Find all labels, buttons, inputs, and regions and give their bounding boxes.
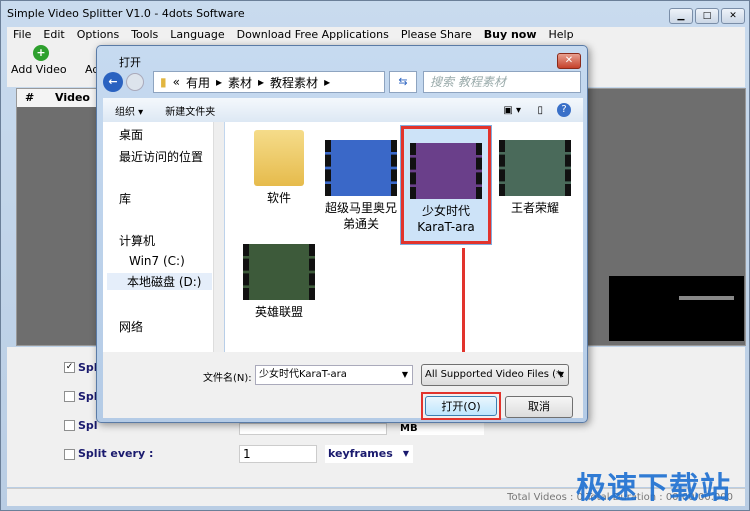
add-video-button[interactable]: Add Video — [11, 63, 67, 76]
file-item[interactable]: 超级马里奥兄弟通关 — [323, 140, 399, 232]
dialog-title: 打开 — [119, 56, 141, 69]
watermark: 极速下载站 — [576, 471, 731, 506]
refresh-button[interactable]: ⇆ — [389, 71, 417, 93]
menu-tools[interactable]: Tools — [125, 27, 164, 43]
address-bar[interactable]: ▮ « 有用 ▸ 素材 ▸ 教程素材 ▸ — [153, 71, 385, 93]
menu-bar: File Edit Options Tools Language Downloa… — [7, 27, 745, 43]
folder-icon — [254, 130, 304, 186]
split-every-label: Split every : — [78, 447, 154, 460]
keyframes-value: keyframes — [328, 447, 393, 460]
nav-scrollbar[interactable] — [213, 122, 224, 352]
nav-network[interactable]: 网络 — [119, 318, 143, 335]
dialog-toolbar: 组织 ▾ 新建文件夹 ? ▯ ▣ ▾ — [103, 98, 583, 122]
filetype-value: All Supported Video Files (*. — [425, 369, 565, 380]
cancel-button[interactable]: 取消 — [505, 396, 573, 418]
file-name: 英雄联盟 — [254, 305, 303, 319]
file-item[interactable]: 英雄联盟 — [241, 244, 317, 320]
menu-download[interactable]: Download Free Applications — [231, 27, 395, 43]
nav-computer[interactable]: 计算机 — [119, 232, 155, 249]
chevron-down-icon: ▼ — [402, 449, 409, 458]
video-preview — [609, 276, 744, 341]
menu-buy[interactable]: Buy now — [478, 27, 543, 43]
navigation-pane: 桌面 最近访问的位置 库 计算机 Win7 (C:) 本地磁盘 (D:) 网络 — [103, 122, 224, 352]
file-name: 少女时代KaraT-ara — [417, 204, 475, 234]
keyframes-select[interactable]: keyframes ▼ — [325, 445, 413, 463]
minimize-button[interactable]: ▁ — [669, 8, 693, 24]
menu-file[interactable]: File — [7, 27, 37, 43]
dialog-footer: 文件名(N): 少女时代KaraT-ara ▼ All Supported Vid… — [103, 352, 583, 420]
filename-input[interactable]: 少女时代KaraT-ara ▼ — [255, 365, 413, 385]
breadcrumb-overflow[interactable]: « — [173, 75, 180, 89]
breadcrumb-item[interactable]: 素材 — [228, 74, 252, 91]
maximize-button[interactable]: □ — [695, 8, 719, 24]
filename-value: 少女时代KaraT-ara — [259, 369, 347, 380]
video-thumbnail — [410, 143, 482, 199]
forward-button[interactable] — [126, 73, 144, 91]
add-icon: + — [33, 45, 49, 61]
file-list: 软件 超级马里奥兄弟通关 少女时代KaraT-ara 王者荣耀 英雄联盟 — [225, 122, 583, 386]
chevron-down-icon: ▼ — [401, 370, 408, 379]
back-button[interactable]: ← — [103, 72, 123, 92]
file-item-selected[interactable]: 少女时代KaraT-ara — [400, 125, 492, 245]
nav-libraries[interactable]: 库 — [119, 190, 131, 207]
option-2-label: Spl — [78, 390, 98, 403]
chevron-down-icon: ▼ — [557, 370, 564, 379]
menu-edit[interactable]: Edit — [37, 27, 70, 43]
close-button[interactable]: ✕ — [721, 8, 745, 24]
option-3-label: Spl — [78, 419, 98, 432]
preview-pane-icon[interactable]: ▯ — [537, 105, 543, 116]
menu-options[interactable]: Options — [71, 27, 125, 43]
nav-drive-c[interactable]: Win7 (C:) — [129, 254, 185, 268]
option-3-checkbox[interactable] — [64, 420, 75, 431]
file-item[interactable]: 软件 — [241, 130, 317, 206]
video-thumbnail — [325, 140, 397, 196]
menu-help[interactable]: Help — [543, 27, 580, 43]
file-name: 超级马里奥兄弟通关 — [324, 201, 397, 231]
nav-recent[interactable]: 最近访问的位置 — [119, 148, 203, 165]
volume-slider[interactable] — [679, 296, 734, 300]
open-highlight: 打开(O) — [421, 392, 501, 420]
open-button[interactable]: 打开(O) — [425, 396, 497, 416]
help-icon[interactable]: ? — [557, 103, 571, 117]
menu-share[interactable]: Please Share — [395, 27, 478, 43]
breadcrumb-item[interactable]: 教程素材 — [270, 74, 318, 91]
split-every-input[interactable]: 1 — [239, 445, 317, 463]
size-input[interactable] — [239, 423, 387, 435]
file-name: 王者荣耀 — [510, 201, 559, 215]
video-thumbnail — [499, 140, 571, 196]
file-item[interactable]: 王者荣耀 — [497, 140, 573, 216]
filetype-select[interactable]: All Supported Video Files (*. ▼ — [421, 364, 569, 386]
filename-label: 文件名(N): — [203, 373, 252, 384]
view-options-icon[interactable]: ▣ ▾ — [503, 105, 521, 116]
nav-desktop[interactable]: 桌面 — [119, 126, 143, 143]
option-4-checkbox[interactable] — [64, 449, 75, 460]
window-title: Simple Video Splitter V1.0 - 4dots Softw… — [7, 7, 245, 20]
size-unit-select[interactable]: MB — [400, 423, 484, 435]
folder-icon: ▮ — [160, 75, 167, 89]
dialog-close-button[interactable]: ✕ — [557, 53, 581, 69]
open-file-dialog: 打开 ✕ ← ▮ « 有用 ▸ 素材 ▸ 教程素材 ▸ ⇆ 搜索 教程素材 组织 ▾ … — [96, 45, 588, 423]
column-video[interactable]: Video — [55, 91, 90, 104]
file-name: 软件 — [266, 191, 291, 205]
breadcrumb-item[interactable]: 有用 — [186, 74, 210, 91]
nav-drive-d[interactable]: 本地磁盘 (D:) — [107, 273, 212, 290]
option-1-label: Spl — [78, 361, 98, 374]
column-number[interactable]: # — [25, 91, 34, 104]
video-thumbnail — [243, 244, 315, 300]
search-input[interactable]: 搜索 教程素材 — [423, 71, 581, 93]
menu-language[interactable]: Language — [164, 27, 230, 43]
option-1-checkbox[interactable]: ✓ — [64, 362, 75, 373]
new-folder-button[interactable]: 新建文件夹 — [165, 103, 215, 118]
option-2-checkbox[interactable] — [64, 391, 75, 402]
organize-button[interactable]: 组织 ▾ — [115, 103, 143, 118]
